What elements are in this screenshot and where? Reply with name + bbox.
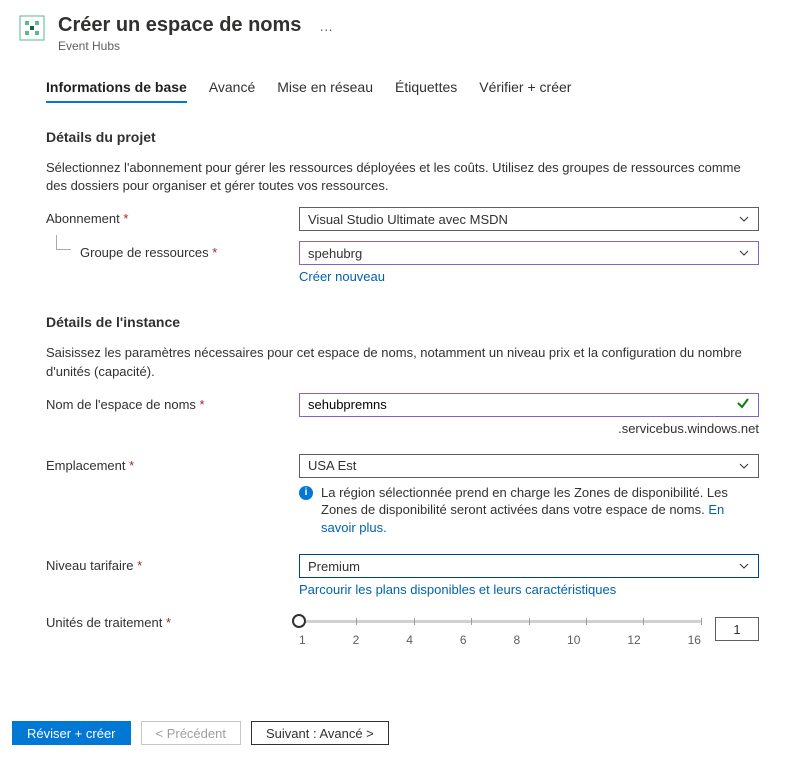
page-title: Créer un espace de noms (58, 14, 301, 37)
section-title-instance: Détails de l'instance (46, 314, 759, 330)
label-location: Emplacement * (46, 454, 299, 473)
chevron-down-icon (738, 560, 750, 572)
section-desc-project: Sélectionnez l'abonnement pour gérer les… (46, 159, 759, 195)
location-info-text: La région sélectionnée prend en charge l… (321, 485, 728, 518)
location-value: USA Est (308, 458, 356, 473)
resource-group-value: spehubrg (308, 246, 362, 261)
subscription-value: Visual Studio Ultimate avec MSDN (308, 212, 508, 227)
review-create-button[interactable]: Réviser + créer (12, 721, 131, 745)
previous-button: < Précédent (141, 721, 241, 745)
create-new-rg-link[interactable]: Créer nouveau (299, 269, 385, 284)
required-indicator: * (212, 245, 217, 260)
processing-units-slider[interactable] (299, 611, 701, 631)
required-indicator: * (200, 397, 205, 412)
chevron-down-icon (738, 247, 750, 259)
namespace-suffix: .servicebus.windows.net (299, 421, 759, 436)
section-desc-instance: Saisissez les paramètres nécessaires pou… (46, 344, 759, 380)
next-button[interactable]: Suivant : Avancé > (251, 721, 389, 745)
namespace-input[interactable] (308, 397, 736, 412)
info-icon: i (299, 486, 313, 500)
processing-units-value[interactable]: 1 (715, 617, 759, 641)
tab-networking[interactable]: Mise en réseau (277, 79, 373, 103)
tab-tags[interactable]: Étiquettes (395, 79, 457, 103)
label-resource-group: Groupe de ressources * (46, 241, 299, 260)
slider-tick-labels: 1 2 4 6 8 10 12 16 (299, 633, 701, 647)
wizard-footer: Réviser + créer < Précédent Suivant : Av… (0, 715, 805, 757)
required-indicator: * (137, 558, 142, 573)
required-indicator: * (166, 615, 171, 630)
tab-bar: Informations de base Avancé Mise en rése… (0, 61, 805, 103)
chevron-down-icon (738, 460, 750, 472)
pricing-tier-value: Premium (308, 559, 360, 574)
location-select[interactable]: USA Est (299, 454, 759, 478)
more-icon[interactable]: … (305, 18, 334, 34)
page-subtitle: Event Hubs (58, 39, 334, 53)
label-namespace: Nom de l'espace de noms * (46, 393, 299, 412)
label-pricing-tier: Niveau tarifaire * (46, 554, 299, 573)
chevron-down-icon (738, 213, 750, 225)
event-hubs-icon (18, 14, 46, 42)
label-subscription: Abonnement * (46, 207, 299, 226)
subscription-select[interactable]: Visual Studio Ultimate avec MSDN (299, 207, 759, 231)
slider-thumb[interactable] (292, 614, 306, 628)
tab-basic[interactable]: Informations de base (46, 79, 187, 103)
namespace-input-wrapper (299, 393, 759, 417)
pricing-tier-select[interactable]: Premium (299, 554, 759, 578)
tab-advanced[interactable]: Avancé (209, 79, 255, 103)
location-info: i La région sélectionnée prend en charge… (299, 484, 759, 537)
tab-review[interactable]: Vérifier + créer (479, 79, 571, 103)
check-icon (736, 396, 750, 413)
section-title-project: Détails du projet (46, 129, 759, 145)
resource-group-select[interactable]: spehubrg (299, 241, 759, 265)
label-processing-units: Unités de traitement * (46, 611, 299, 630)
required-indicator: * (129, 458, 134, 473)
required-indicator: * (123, 211, 128, 226)
browse-plans-link[interactable]: Parcourir les plans disponibles et leurs… (299, 582, 616, 597)
